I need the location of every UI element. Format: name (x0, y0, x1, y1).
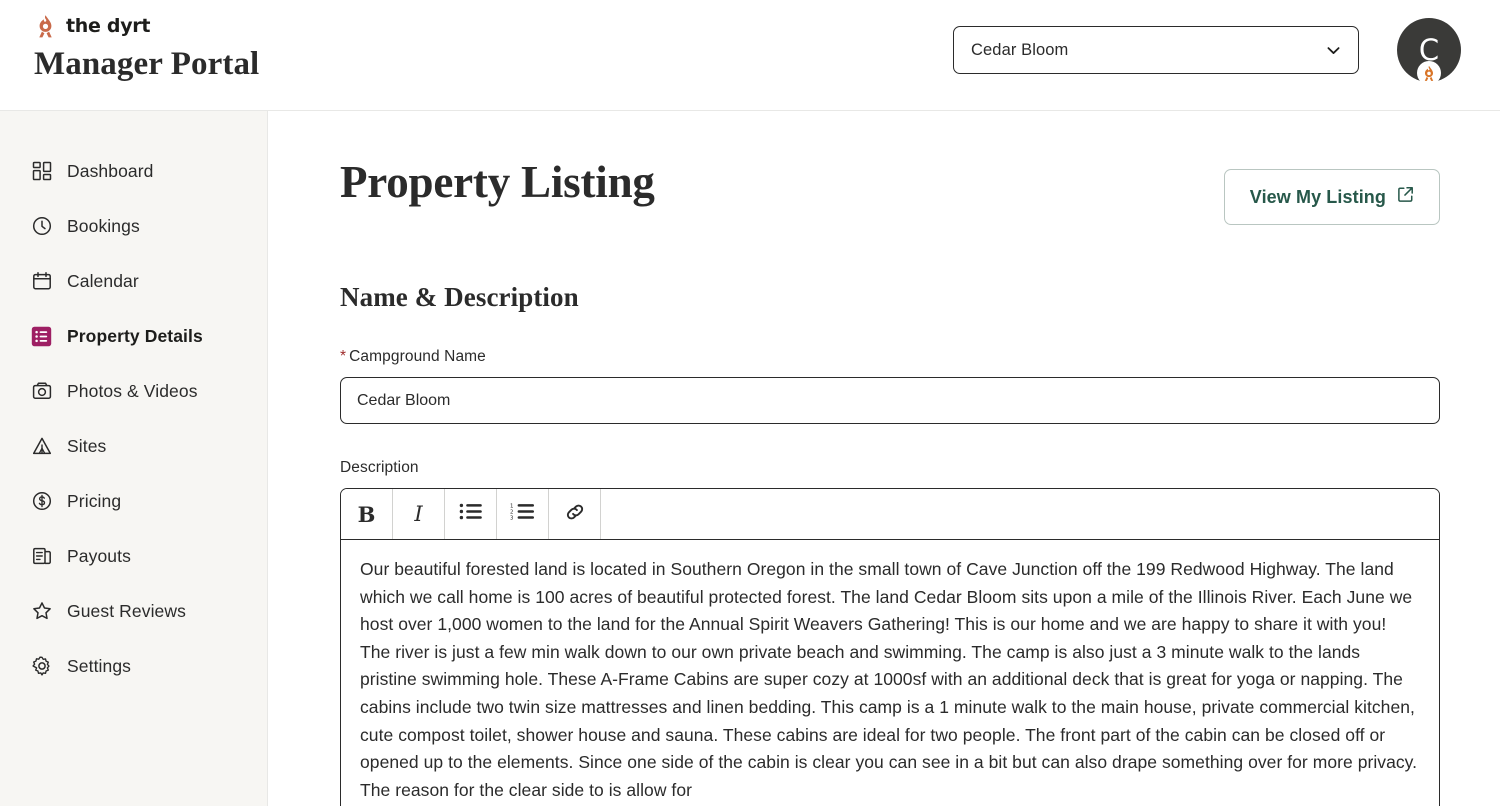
italic-icon: I (414, 502, 423, 526)
sidebar-item-label: Sites (67, 435, 107, 456)
description-textarea[interactable]: Our beautiful forested land is located i… (341, 540, 1439, 806)
external-link-icon (1397, 186, 1414, 208)
sidebar-item-label: Bookings (67, 215, 140, 236)
header-right-cluster: Cedar Bloom C (953, 0, 1500, 100)
sidebar-item-calendar[interactable]: Calendar (0, 263, 267, 299)
star-icon (31, 601, 52, 622)
editor-toolbar: B I 1 2 3 (341, 489, 1439, 540)
brand-block: the dyrt Manager Portal (0, 0, 259, 82)
required-marker: * (340, 348, 347, 365)
receipt-icon (31, 546, 52, 567)
avatar[interactable]: C (1397, 18, 1461, 85)
calendar-icon (31, 271, 52, 292)
view-my-listing-button[interactable]: View My Listing (1223, 169, 1440, 225)
list-details-icon (31, 326, 52, 347)
numbered-list-icon: 1 2 3 (510, 502, 536, 526)
link-button[interactable] (549, 489, 601, 539)
sidebar-item-photos-videos[interactable]: Photos & Videos (0, 373, 267, 409)
italic-button[interactable]: I (393, 489, 445, 539)
clock-icon (31, 216, 52, 237)
svg-text:1: 1 (510, 503, 513, 509)
sidebar-item-property-details[interactable]: Property Details (0, 318, 267, 354)
sidebar-item-sites[interactable]: Sites (0, 428, 267, 464)
portal-title: Manager Portal (34, 46, 260, 82)
brand-wordmark: the dyrt (66, 15, 151, 37)
sidebar-item-settings[interactable]: Settings (0, 648, 267, 684)
sidebar-item-label: Property Details (67, 325, 203, 346)
numbered-list-button[interactable]: 1 2 3 (497, 489, 549, 539)
app-header: the dyrt Manager Portal Cedar Bloom C (0, 0, 1500, 111)
sidebar-item-label: Guest Reviews (67, 600, 186, 621)
bold-icon: B (357, 501, 376, 527)
bullet-list-button[interactable] (445, 489, 497, 539)
page-title: Property Listing (340, 157, 655, 207)
campground-name-label-text: Campground Name (349, 348, 486, 365)
dyrt-flame-logo-icon (34, 14, 57, 39)
app-body: Dashboard Bookings Calendar Property Det… (0, 111, 1500, 806)
dyrt-flame-badge-icon (1417, 61, 1441, 85)
sidebar-item-label: Settings (67, 655, 132, 676)
bold-button[interactable]: B (341, 489, 393, 539)
description-editor: B I 1 2 3 Our beautiful forested land is… (340, 488, 1440, 806)
dollar-circle-icon (31, 491, 52, 512)
sidebar-nav: Dashboard Bookings Calendar Property Det… (0, 111, 268, 806)
sidebar-item-dashboard[interactable]: Dashboard (0, 153, 267, 189)
property-select-value: Cedar Bloom (971, 40, 1069, 59)
campground-name-label: * Campground Name (340, 348, 1440, 366)
svg-text:2: 2 (510, 510, 513, 516)
campground-name-input[interactable] (340, 377, 1440, 424)
sidebar-item-guest-reviews[interactable]: Guest Reviews (0, 593, 267, 629)
description-label: Description (340, 459, 419, 476)
link-icon (564, 501, 586, 528)
tent-icon (31, 436, 52, 457)
sidebar-item-label: Pricing (67, 490, 122, 511)
bullet-list-icon (459, 502, 483, 526)
property-select[interactable]: Cedar Bloom (953, 26, 1359, 74)
sidebar-item-label: Calendar (67, 270, 139, 291)
grid-dashboard-icon (31, 161, 52, 182)
main-content: Property Listing View My Listing Name & … (268, 111, 1500, 806)
sidebar-item-pricing[interactable]: Pricing (0, 483, 267, 519)
section-title-name-description: Name & Description (340, 282, 579, 312)
sidebar-item-label: Payouts (67, 545, 131, 566)
sidebar-item-payouts[interactable]: Payouts (0, 538, 267, 574)
gear-icon (31, 656, 52, 677)
sidebar-item-bookings[interactable]: Bookings (0, 208, 267, 244)
camera-icon (31, 381, 52, 402)
sidebar-item-label: Dashboard (67, 160, 154, 181)
chevron-down-icon (1325, 42, 1342, 59)
editor-toolbar-spacer (601, 489, 1439, 539)
view-my-listing-label: View My Listing (1249, 186, 1386, 207)
page-header-row: Property Listing View My Listing (340, 111, 1440, 225)
svg-text:3: 3 (510, 516, 513, 521)
brand-lockup: the dyrt (34, 12, 259, 40)
sidebar-item-label: Photos & Videos (67, 380, 198, 401)
